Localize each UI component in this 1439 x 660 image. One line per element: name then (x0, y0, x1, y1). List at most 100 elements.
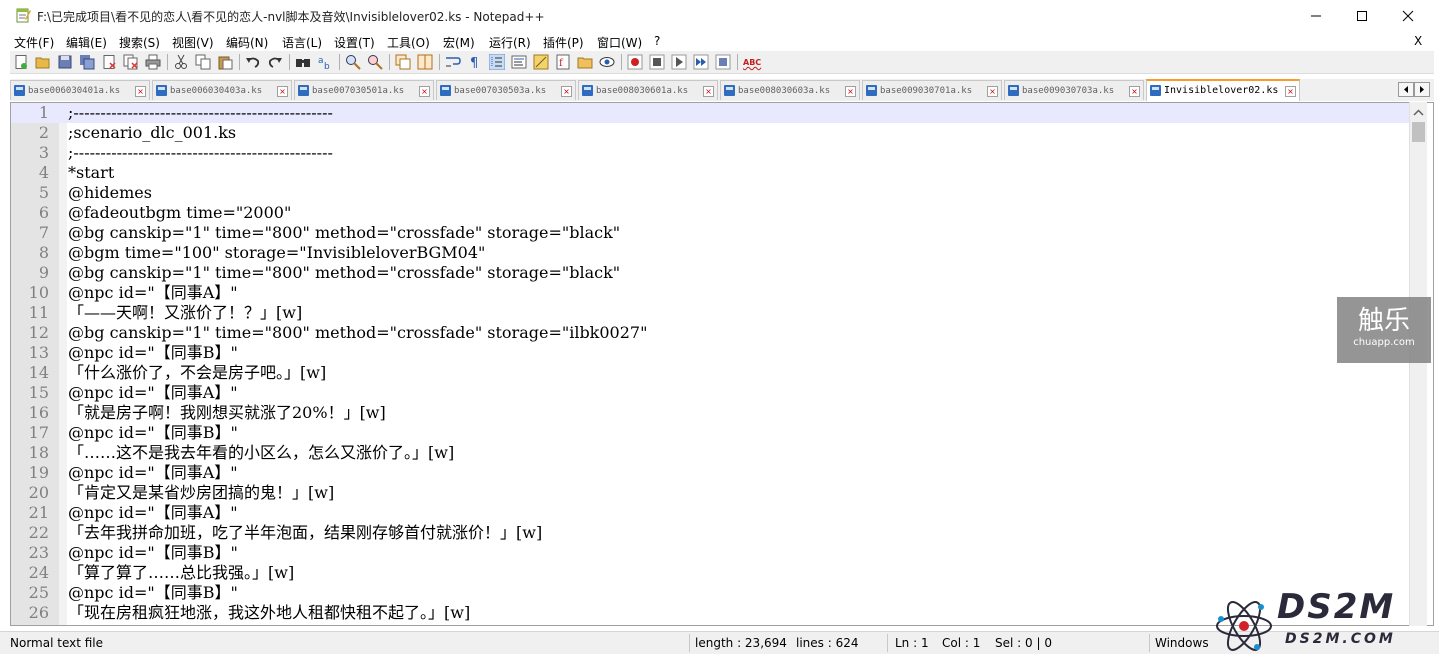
record-macro-icon[interactable] (627, 54, 643, 70)
tab-close-icon[interactable]: × (135, 86, 146, 97)
user-defined-language-icon[interactable] (511, 54, 527, 70)
word-wrap-icon[interactable] (445, 54, 461, 70)
line-text[interactable]: @bg canskip="1" time="800" method="cross… (68, 263, 620, 283)
menu-file[interactable]: 文件(F) (14, 34, 54, 51)
line-text[interactable]: 「去年我拼命加班，吃了半年泡面，结果刚存够首付就涨价！」[w] (68, 523, 542, 543)
line-text[interactable]: @fadeoutbgm time="2000" (68, 203, 291, 223)
code-line[interactable]: 7 @bg canskip="1" time="800" method="cros… (11, 223, 1411, 243)
line-text[interactable]: ;---------------------------------------… (68, 103, 333, 123)
tab-base008030603a[interactable]: base008030603a.ks × (720, 80, 860, 100)
paste-icon[interactable] (217, 54, 233, 70)
menu-run[interactable]: 运行(R) (489, 34, 531, 51)
code-line[interactable]: 22 「去年我拼命加班，吃了半年泡面，结果刚存够首付就涨价！」[w] (11, 523, 1411, 543)
line-text[interactable]: @bg canskip="1" time="800" method="cross… (68, 323, 647, 343)
line-text[interactable]: 「什么涨价了，不会是房子吧。」[w] (68, 363, 326, 383)
copy-icon[interactable] (195, 54, 211, 70)
line-text[interactable]: @npc id="【同事A】" (68, 383, 238, 403)
line-text[interactable]: 「……这不是我去年看的小区么，怎么又涨价了。」[w] (68, 443, 454, 463)
code-line[interactable]: 20 「肯定又是某省炒房团搞的鬼！」[w] (11, 483, 1411, 503)
menu-view[interactable]: 视图(V) (172, 34, 214, 51)
tab-close-icon[interactable]: × (1129, 86, 1140, 97)
playback-icon[interactable] (671, 54, 687, 70)
zoom-out-icon[interactable] (367, 54, 383, 70)
code-line[interactable]: 24 「算了算了……总比我强。」[w] (11, 563, 1411, 583)
code-line[interactable]: 15 @npc id="【同事A】" (11, 383, 1411, 403)
new-file-icon[interactable] (13, 54, 29, 70)
replace-icon[interactable]: ab (317, 54, 333, 72)
open-file-icon[interactable] (35, 54, 51, 70)
menu-help[interactable]: ? (654, 34, 660, 48)
maximize-button[interactable] (1339, 0, 1385, 32)
editor-area[interactable]: 1 ;--------------------------------------… (10, 102, 1434, 626)
menu-search[interactable]: 搜索(S) (119, 34, 160, 51)
code-line[interactable]: 19 @npc id="【同事A】" (11, 463, 1411, 483)
code-line[interactable]: 4 *start (11, 163, 1411, 183)
tab-base009030703a[interactable]: base009030703a.ks × (1004, 80, 1144, 100)
tab-base006030401a[interactable]: base006030401a.ks × (10, 80, 150, 100)
tab-invisiblelover02[interactable]: Invisiblelover02.ks × (1146, 79, 1300, 101)
save-macro-icon[interactable] (715, 54, 731, 70)
line-text[interactable]: @npc id="【同事B】" (68, 583, 238, 603)
indent-guide-icon[interactable] (488, 53, 506, 71)
document-map-icon[interactable] (533, 54, 549, 70)
code-line[interactable]: 13 @npc id="【同事B】" (11, 343, 1411, 363)
code-line[interactable]: 9 @bg canskip="1" time="800" method="cros… (11, 263, 1411, 283)
close-all-icon[interactable] (123, 54, 139, 70)
cut-icon[interactable] (173, 54, 189, 70)
function-list-icon[interactable]: f (555, 54, 571, 70)
code-line[interactable]: 12 @bg canskip="1" time="800" method="cro… (11, 323, 1411, 343)
sync-vertical-icon[interactable] (395, 54, 411, 70)
code-line[interactable]: 5 @hidemes (11, 183, 1411, 203)
show-all-characters-icon[interactable]: ¶ (467, 54, 483, 71)
line-text[interactable]: @bg canskip="1" time="800" method="cross… (68, 223, 620, 243)
line-text[interactable]: 「现在房租疯狂地涨，我这外地人租都快租不起了。」[w] (68, 603, 470, 623)
menu-window[interactable]: 窗口(W) (597, 34, 642, 51)
menu-edit[interactable]: 编辑(E) (66, 34, 107, 51)
code-line[interactable]: 18 「……这不是我去年看的小区么，怎么又涨价了。」[w] (11, 443, 1411, 463)
tab-close-icon[interactable]: × (845, 86, 856, 97)
code-line[interactable]: 6 @fadeoutbgm time="2000" (11, 203, 1411, 223)
code-line[interactable]: 10 @npc id="【同事A】" (11, 283, 1411, 303)
code-lines[interactable]: 1 ;--------------------------------------… (11, 103, 1411, 623)
tab-base009030701a[interactable]: base009030701a.ks × (862, 80, 1002, 100)
code-line[interactable]: 14 「什么涨价了，不会是房子吧。」[w] (11, 363, 1411, 383)
code-line[interactable]: 25 @npc id="【同事B】" (11, 583, 1411, 603)
save-all-icon[interactable] (79, 54, 95, 70)
spell-check-icon[interactable]: ABC (743, 54, 765, 70)
code-line[interactable]: 23 @npc id="【同事B】" (11, 543, 1411, 563)
scrollbar-thumb[interactable] (1412, 122, 1425, 142)
tab-base006030403a[interactable]: base006030403a.ks × (152, 80, 292, 100)
line-text[interactable]: 「肯定又是某省炒房团搞的鬼！」[w] (68, 483, 334, 503)
menu-macro[interactable]: 宏(M) (443, 34, 475, 51)
tab-close-icon[interactable]: × (703, 86, 714, 97)
code-line[interactable]: 21 @npc id="【同事A】" (11, 503, 1411, 523)
undo-icon[interactable] (245, 54, 261, 70)
tab-close-icon[interactable]: × (1285, 86, 1296, 97)
code-line[interactable]: 11 「——天啊！又涨价了！？」[w] (11, 303, 1411, 323)
line-text[interactable]: @npc id="【同事A】" (68, 283, 238, 303)
line-text[interactable]: @npc id="【同事A】" (68, 463, 238, 483)
redo-icon[interactable] (267, 54, 283, 70)
tab-base007030503a[interactable]: base007030503a.ks × (436, 80, 576, 100)
code-line[interactable]: 16 「就是房子啊！我刚想买就涨了20%！」[w] (11, 403, 1411, 423)
stop-recording-icon[interactable] (649, 54, 665, 70)
code-line[interactable]: 17 @npc id="【同事B】" (11, 423, 1411, 443)
line-text[interactable]: @bgm time="100" storage="InvisibleloverB… (68, 243, 485, 263)
code-line[interactable]: 2 ;scenario_dlc_001.ks (11, 123, 1411, 143)
menu-tools[interactable]: 工具(O) (387, 34, 430, 51)
close-file-icon[interactable] (101, 54, 117, 70)
close-window-button[interactable] (1385, 0, 1431, 32)
menu-settings[interactable]: 设置(T) (334, 34, 375, 51)
tab-scroll-right-button[interactable] (1414, 82, 1430, 97)
find-icon[interactable] (295, 54, 311, 70)
monitoring-icon[interactable] (599, 54, 615, 70)
folder-as-workspace-icon[interactable] (577, 54, 593, 70)
line-text[interactable]: ;---------------------------------------… (68, 143, 333, 163)
line-text[interactable]: @npc id="【同事B】" (68, 423, 238, 443)
line-text[interactable]: *start (68, 163, 114, 183)
save-icon[interactable] (57, 54, 73, 70)
tab-base008030601a[interactable]: base008030601a.ks × (578, 80, 718, 100)
code-line[interactable]: 3 ;--------------------------------------… (11, 143, 1411, 163)
sync-horizontal-icon[interactable] (417, 54, 433, 70)
line-text[interactable]: 「——天啊！又涨价了！？」[w] (68, 303, 302, 323)
